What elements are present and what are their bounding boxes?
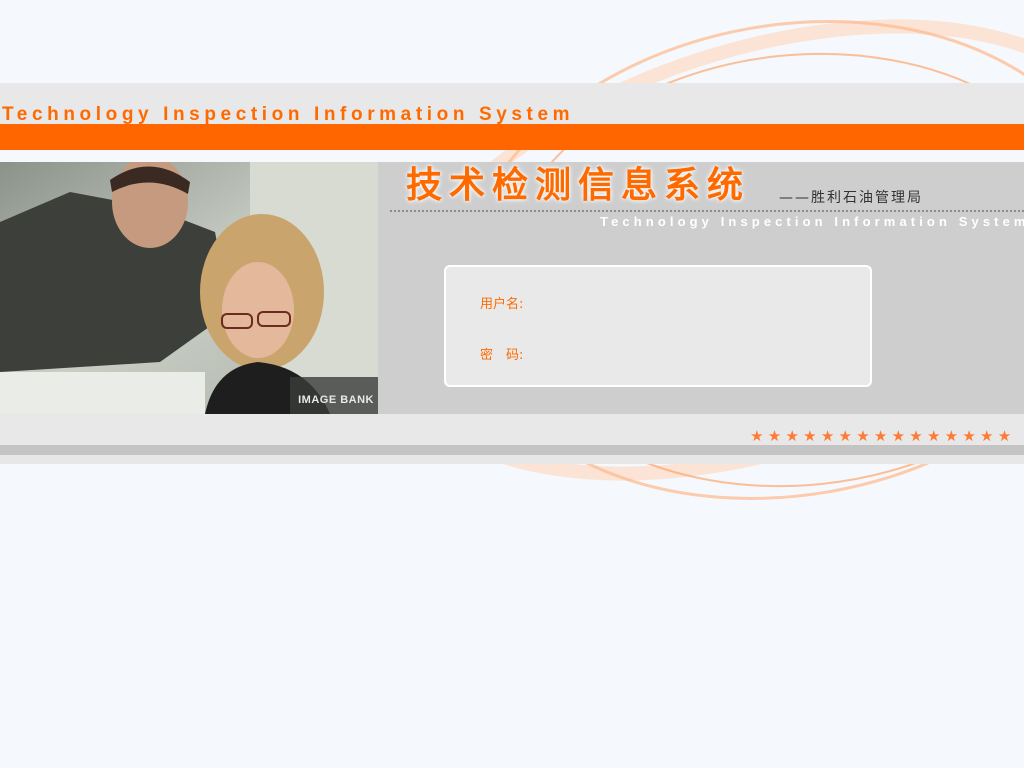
- username-label: 用户名:: [480, 297, 524, 312]
- star-icon: ★: [873, 427, 888, 445]
- password-label: 密 码:: [480, 348, 524, 363]
- star-icon: ★: [891, 427, 906, 445]
- star-icon: ★: [909, 427, 923, 445]
- username-input[interactable]: [546, 292, 806, 310]
- star-icon: ★: [926, 427, 941, 445]
- star-icon: ★: [767, 427, 782, 445]
- star-row: ★ ★ ★ ★ ★ ★ ★ ★ ★ ★ ★ ★ ★ ★ ★: [748, 428, 1013, 444]
- star-icon: ★: [856, 427, 870, 445]
- star-icon: ★: [820, 427, 835, 445]
- star-icon: ★: [750, 427, 764, 445]
- star-icon: ★: [997, 427, 1012, 445]
- orange-bar: [0, 124, 1024, 150]
- login-form: 用户名: 密 码:: [444, 265, 872, 387]
- star-icon: ★: [980, 427, 994, 445]
- system-title-en: Technology Inspection Information System: [600, 214, 1024, 229]
- star-icon: ★: [838, 427, 852, 445]
- dotted-divider: [390, 210, 1024, 212]
- star-icon: ★: [962, 427, 976, 445]
- system-title-cn: 技术检测信息系统: [406, 165, 751, 206]
- star-icon: ★: [803, 427, 817, 445]
- banner-photo: IMAGE BANK: [0, 162, 378, 414]
- photo-watermark: IMAGE BANK: [298, 394, 374, 406]
- star-icon: ★: [785, 427, 799, 445]
- light-divider: [0, 455, 1024, 464]
- header-title-en: Technology Inspection Information System: [2, 104, 575, 125]
- organization-subtitle: ——胜利石油管理局: [779, 190, 923, 206]
- star-icon: ★: [944, 427, 959, 445]
- password-input[interactable]: [546, 343, 806, 361]
- gray-divider: [0, 445, 1024, 455]
